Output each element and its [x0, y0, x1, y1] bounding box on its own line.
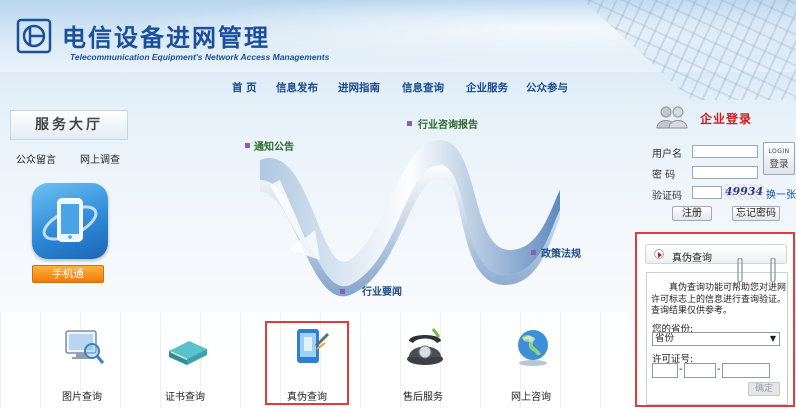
login-button[interactable]: LOGIN 登录: [763, 142, 795, 175]
captcha-image: 49934: [724, 184, 764, 200]
username-label: 用户名: [652, 149, 682, 160]
service-hall-title: 服务大厅: [10, 110, 128, 140]
clip-icon: [770, 258, 776, 282]
certificate-search-label: 证书查询: [165, 392, 205, 403]
site-title: 电信设备进网管理: [62, 23, 270, 52]
after-sales-item[interactable]: 售后服务: [378, 325, 468, 405]
verify-description: 真伪查询功能可帮助您对进网许可标志上的信息进行查询验证。查询结果仅供参考。: [651, 283, 787, 316]
login-title: 企业登录: [700, 112, 753, 126]
wave-dot-news: [340, 289, 345, 294]
wave-label-policy[interactable]: 政策法规: [541, 245, 581, 260]
online-consult-label: 网上咨询: [511, 392, 551, 403]
wave-label-notice[interactable]: 通知公告: [254, 138, 294, 153]
arrow-right-icon: [654, 249, 664, 259]
wave-graphic: [260, 140, 560, 297]
site-subtitle: Telecommunication Equipment's Network Ac…: [70, 52, 330, 62]
license-separator: -: [679, 364, 683, 375]
nav-public-participation[interactable]: 公众参与: [526, 80, 568, 95]
picture-search-item[interactable]: 图片查询: [37, 325, 127, 405]
wave-label-news[interactable]: 行业要闻: [362, 283, 402, 298]
clip-icon: [737, 258, 743, 282]
online-consult-item[interactable]: 网上咨询: [486, 325, 576, 405]
telephone-icon: [407, 328, 443, 365]
nav-home[interactable]: 首 页: [232, 80, 257, 95]
nav-info-query[interactable]: 信息查询: [402, 80, 444, 95]
wave-dot-policy: [531, 250, 536, 255]
register-button[interactable]: 注册: [672, 206, 712, 221]
province-selected-value: 省份: [655, 333, 675, 344]
nav-enterprise-service[interactable]: 企业服务: [466, 80, 508, 95]
wave-dot-notice: [245, 143, 250, 148]
picture-search-label: 图片查询: [62, 392, 102, 403]
license-input-part1[interactable]: [652, 363, 678, 378]
password-input[interactable]: [692, 166, 758, 179]
chevron-down-icon: ▼: [769, 334, 776, 343]
nav-access-guide[interactable]: 进网指南: [338, 80, 380, 95]
page-header: 电信设备进网管理 Telecommunication Equipment's N…: [0, 0, 796, 100]
login-button-top-text: LOGIN: [768, 148, 790, 155]
globe-icon: [518, 330, 548, 366]
nav-info-release[interactable]: 信息发布: [276, 80, 318, 95]
wave-dot-consult: [407, 121, 412, 126]
online-survey-link[interactable]: 网上调查: [80, 151, 120, 166]
verify-confirm-button[interactable]: 确定: [748, 382, 780, 396]
login-button-label: 登录: [769, 159, 789, 170]
certificate-icon: [169, 341, 207, 365]
captcha-label: 验证码: [652, 191, 682, 202]
license-input-part3[interactable]: [722, 363, 770, 378]
after-sales-label: 售后服务: [403, 392, 443, 403]
certificate-search-item[interactable]: 证书查询: [140, 325, 230, 405]
captcha-refresh-link[interactable]: 换一张: [766, 186, 796, 201]
province-select[interactable]: 省份 ▼: [652, 332, 780, 346]
captcha-input[interactable]: [692, 186, 722, 199]
logo-icon[interactable]: [16, 18, 52, 54]
users-icon: [656, 106, 688, 129]
license-input-part2[interactable]: [684, 363, 716, 378]
verify-panel-title: 真伪查询: [672, 253, 712, 264]
verify-highlight-box: [265, 321, 349, 405]
username-input[interactable]: [692, 145, 758, 158]
mobile-service-button[interactable]: 手机通: [32, 265, 104, 283]
password-label: 密 码: [652, 170, 676, 181]
forgot-password-button[interactable]: 忘记密码: [732, 206, 780, 221]
public-message-link[interactable]: 公众留言: [16, 151, 56, 166]
phone-app-icon[interactable]: [32, 183, 108, 259]
license-separator: -: [717, 364, 721, 375]
picture-search-icon: [65, 330, 105, 364]
building-backdrop: [582, 0, 796, 100]
wave-label-consult[interactable]: 行业咨询报告: [418, 116, 478, 131]
verify-panel-header: [645, 244, 787, 264]
